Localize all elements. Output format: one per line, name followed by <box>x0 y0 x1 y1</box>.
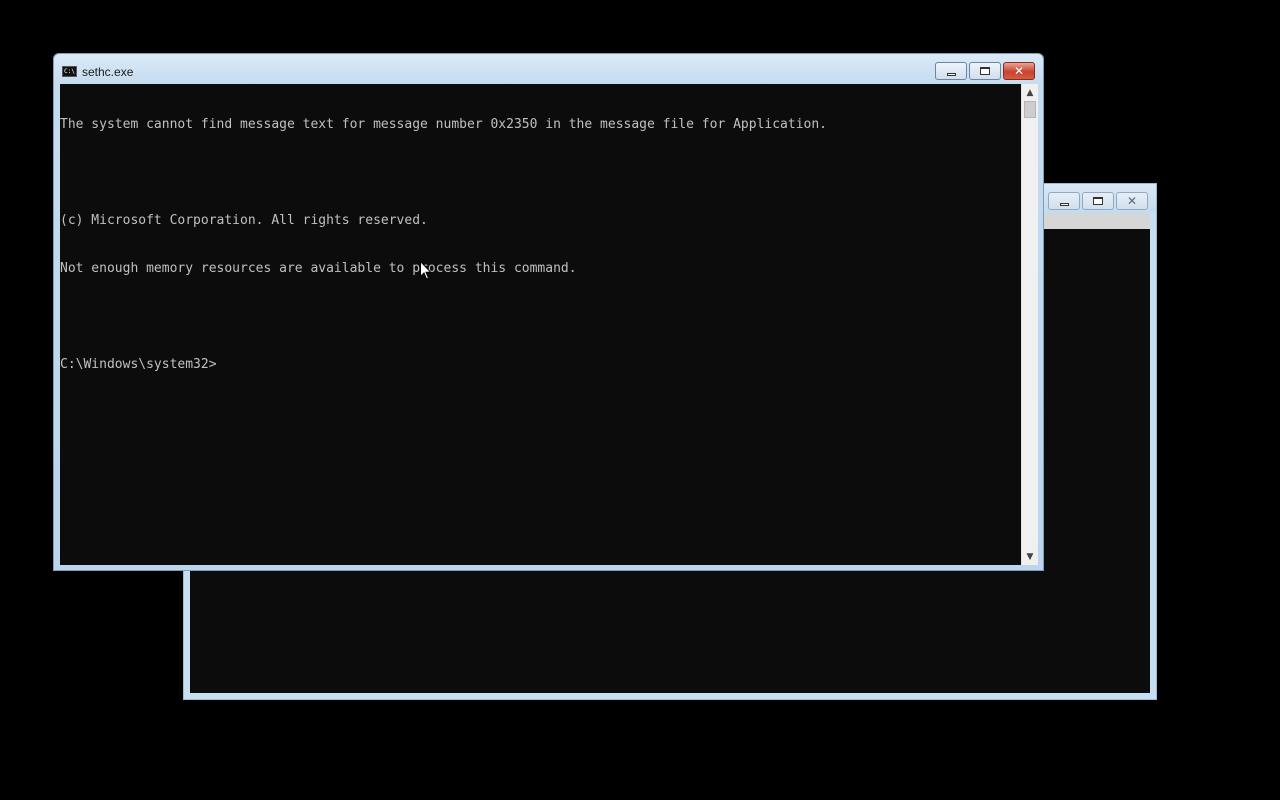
background-close-button[interactable]: ✕ <box>1116 192 1148 210</box>
window-controls: ✕ <box>933 62 1035 80</box>
scroll-up-arrow-icon[interactable]: ▲ <box>1022 84 1038 101</box>
minimize-icon <box>946 72 956 76</box>
vertical-scrollbar[interactable]: ▲ ▼ <box>1021 84 1038 565</box>
background-maximize-button[interactable] <box>1082 192 1114 210</box>
background-window-controls: ✕ <box>1046 192 1148 210</box>
background-minimize-button[interactable] <box>1048 192 1080 210</box>
console-text: The system cannot find message text for … <box>60 84 1021 405</box>
maximize-button[interactable] <box>969 62 1001 80</box>
command-prompt[interactable]: C:\Windows\system32> <box>60 357 1021 373</box>
console-line: The system cannot find message text for … <box>60 117 828 132</box>
maximize-icon <box>980 67 990 75</box>
close-icon: ✕ <box>1126 194 1138 208</box>
scrollbar-thumb[interactable] <box>1024 101 1036 118</box>
desktop: ✕ C:\ sethc.exe ✕ The system cannot find… <box>0 0 1280 800</box>
minimize-button[interactable] <box>935 62 967 80</box>
mouse-cursor-icon <box>420 261 432 280</box>
console-output-area[interactable]: The system cannot find message text for … <box>60 84 1021 565</box>
console-icon[interactable]: C:\ <box>62 66 77 77</box>
console-window[interactable]: C:\ sethc.exe ✕ The system cannot find m… <box>53 53 1044 571</box>
close-button[interactable]: ✕ <box>1003 62 1035 80</box>
maximize-icon <box>1093 197 1103 205</box>
minimize-icon <box>1059 202 1069 206</box>
console-line: Not enough memory resources are availabl… <box>60 261 577 276</box>
close-icon: ✕ <box>1013 64 1025 78</box>
scroll-down-arrow-icon[interactable]: ▼ <box>1022 548 1038 565</box>
window-titlebar[interactable]: C:\ sethc.exe <box>54 54 1043 84</box>
window-title: sethc.exe <box>82 65 134 79</box>
console-line: (c) Microsoft Corporation. All rights re… <box>60 213 428 228</box>
